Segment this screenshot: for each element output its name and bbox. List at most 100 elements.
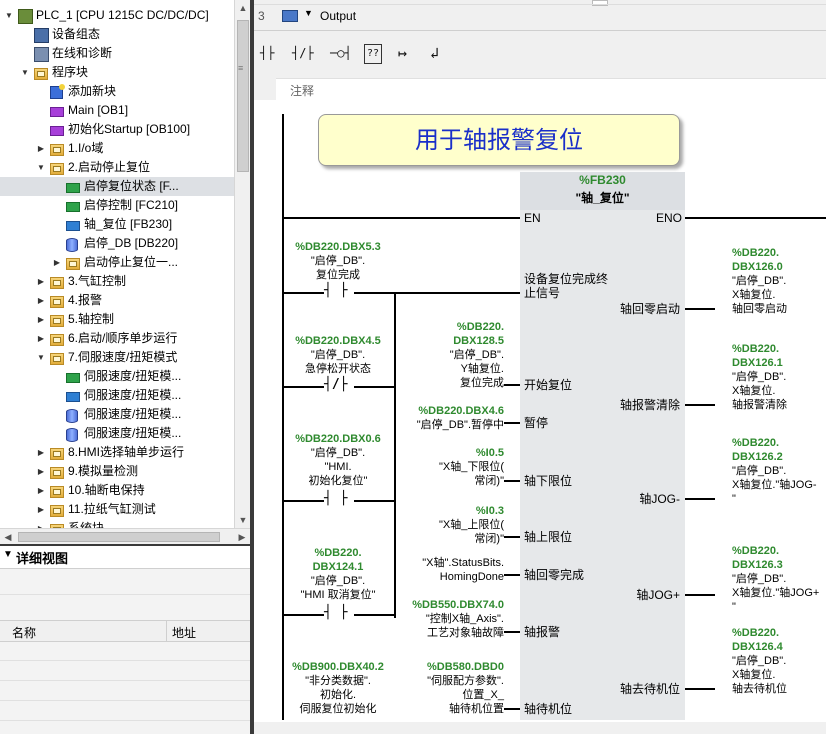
tree-item[interactable]: 启停_DB [DB220] xyxy=(0,234,234,253)
chevron-right-icon[interactable]: ▶ xyxy=(36,519,46,528)
output-operand[interactable]: %DB220. DBX126.3 "启停_DB". X轴复位."轴JOG+ " xyxy=(732,544,826,614)
pin-label-line: 止信号 xyxy=(524,286,561,300)
chevron-right-icon[interactable]: ▶ xyxy=(36,272,46,291)
tree-item[interactable]: 启停控制 [FC210] xyxy=(0,196,234,215)
scroll-right-icon[interactable]: ▶ xyxy=(234,529,250,545)
operand-line: 初始化. xyxy=(319,689,357,701)
tree-item[interactable]: ▼ 程序块 xyxy=(0,63,234,82)
tree-item[interactable]: ▶ 9.模拟量检测 xyxy=(0,462,234,481)
input-operand[interactable]: %DB220.DBX4.6 "启停_DB".暂停中 xyxy=(404,404,504,432)
tree-item-label: PLC_1 [CPU 1215C DC/DC/DC] xyxy=(36,8,209,22)
scroll-thumb[interactable] xyxy=(18,532,220,542)
chevron-right-icon[interactable]: ▶ xyxy=(36,481,46,500)
tree-item[interactable]: 启停复位状态 [F... xyxy=(0,177,234,196)
network-comment-field[interactable]: 注释 xyxy=(276,78,826,102)
contact-operand[interactable]: %DB900.DBX40.2 "非分类数据". 初始化. 伺服复位初始化 xyxy=(282,660,394,716)
contact-operand[interactable]: %DB220.DBX4.5 "启停_DB". 急停松开状态 xyxy=(282,334,394,376)
chevron-right-icon[interactable]: ▶ xyxy=(36,500,46,519)
tree-item[interactable]: ▶ 5.轴控制 xyxy=(0,310,234,329)
chevron-right-icon[interactable]: ▶ xyxy=(52,253,62,272)
en-wire xyxy=(284,217,520,219)
tree-item[interactable]: ▶ 3.气缸控制 xyxy=(0,272,234,291)
chevron-right-icon[interactable]: ▶ xyxy=(36,462,46,481)
output-operand[interactable]: %DB220. DBX126.2 "启停_DB". X轴复位."轴JOG- " xyxy=(732,436,826,506)
tree-item[interactable]: 伺服速度/扭矩模... xyxy=(0,367,234,386)
tree-item[interactable]: ▶ 4.报警 xyxy=(0,291,234,310)
tree-item[interactable]: ▼ PLC_1 [CPU 1215C DC/DC/DC] xyxy=(0,6,234,25)
operand-line: DBX126.3 xyxy=(732,559,783,571)
operand-line: "启停_DB". xyxy=(732,573,787,585)
chevron-down-icon[interactable]: ▼ xyxy=(36,158,46,177)
chevron-down-icon[interactable]: ▼ xyxy=(3,549,13,560)
contact-wire xyxy=(354,614,394,616)
contact-operand[interactable]: %DB220.DBX0.6 "启停_DB". "HMI. 初始化复位" xyxy=(282,432,394,488)
normally-open-contact-button[interactable]: ┤├ xyxy=(260,44,274,62)
operand-line: "启停_DB". xyxy=(732,275,787,287)
operand-line: 位置_X_ xyxy=(462,689,504,701)
chevron-right-icon[interactable]: ▶ xyxy=(36,329,46,348)
column-name[interactable]: 名称 xyxy=(12,624,36,641)
tree-item[interactable]: ▶ 启动停止复位一... xyxy=(0,253,234,272)
input-operand[interactable]: %DB580.DBD0 "伺服配方参数". 位置_X_ 轴待机位置 xyxy=(404,660,504,716)
tree-item[interactable]: ▶ 6.启动/顺序单步运行 xyxy=(0,329,234,348)
tree-item[interactable]: 轴_复位 [FB230] xyxy=(0,215,234,234)
normally-closed-contact-button[interactable]: ┤/├ xyxy=(292,44,314,62)
tree-item[interactable]: 初始化Startup [OB100] xyxy=(0,120,234,139)
open-branch-button[interactable]: ↦ xyxy=(398,44,407,62)
chevron-right-icon[interactable]: ▶ xyxy=(36,443,46,462)
chevron-down-icon[interactable]: ▼ xyxy=(36,348,46,367)
tree-item[interactable]: ▶ 8.HMI选择轴单步运行 xyxy=(0,443,234,462)
project-tree-vertical-scrollbar[interactable]: ▲ ≡ ▼ xyxy=(234,0,251,528)
input-operand[interactable]: %I0.5 "X轴_下限位(常闭)" xyxy=(404,446,504,488)
tree-item[interactable]: ▶ 10.轴断电保持 xyxy=(0,481,234,500)
column-address[interactable]: 地址 xyxy=(172,624,196,641)
scroll-down-icon[interactable]: ▼ xyxy=(235,512,251,528)
input-operand[interactable]: "X轴".StatusBits. HomingDone xyxy=(404,556,504,584)
output-operand[interactable]: %DB220. DBX126.0 "启停_DB". X轴复位. 轴回零启动 xyxy=(732,246,826,316)
tree-item[interactable]: ▼ 2.启动停止复位 xyxy=(0,158,234,177)
coil-button[interactable]: ─○┤ xyxy=(330,44,352,62)
tree-item[interactable]: ▶ 11.拉纸气缸测试 xyxy=(0,500,234,519)
scroll-thumb[interactable] xyxy=(237,20,249,172)
chevron-right-icon[interactable]: ▶ xyxy=(36,310,46,329)
tree-item[interactable]: 添加新块 xyxy=(0,82,234,101)
normally-open-contact-icon[interactable]: ┤ ├ xyxy=(324,605,347,620)
scroll-left-icon[interactable]: ◀ xyxy=(0,529,16,545)
contact-operand[interactable]: %DB220. DBX124.1 "启停_DB". "HMI 取消复位" xyxy=(282,546,394,602)
input-operand[interactable]: %I0.3 "X轴_上限位(常闭)" xyxy=(404,504,504,546)
normally-open-contact-icon[interactable]: ┤ ├ xyxy=(324,491,347,506)
chevron-down-icon[interactable]: ▼ xyxy=(20,63,30,82)
tree-item[interactable]: ▶ 1.I/o域 xyxy=(0,139,234,158)
operand-line: "启停_DB".暂停中 xyxy=(416,419,504,431)
detail-view-title: 详细视图 xyxy=(16,551,69,566)
chevron-down-icon[interactable]: ▼ xyxy=(304,8,313,18)
chevron-right-icon[interactable]: ▶ xyxy=(36,139,46,158)
db-block-icon xyxy=(66,238,78,252)
chevron-right-icon[interactable]: ▶ xyxy=(36,291,46,310)
input-operand[interactable]: %DB550.DBX74.0 "控制X轴_Axis". 工艺对象轴故障 xyxy=(404,598,504,640)
normally-open-contact-icon[interactable]: ┤ ├ xyxy=(324,283,347,298)
output-operand[interactable]: %DB220. DBX126.4 "启停_DB". X轴复位. 轴去待机位 xyxy=(732,626,826,696)
tree-item[interactable]: 伺服速度/扭矩模... xyxy=(0,386,234,405)
project-tree-horizontal-scrollbar[interactable]: ◀ ▶ xyxy=(0,528,250,545)
tree-item[interactable]: 伺服速度/扭矩模... xyxy=(0,424,234,443)
scroll-up-icon[interactable]: ▲ xyxy=(235,0,251,16)
contact-operand[interactable]: %DB220.DBX5.3 "启停_DB". 复位完成 xyxy=(282,240,394,282)
normally-closed-contact-icon[interactable]: ┤/├ xyxy=(324,377,347,392)
network-title-comment[interactable]: 用于轴报警复位 xyxy=(318,114,680,166)
tree-item[interactable]: 伺服速度/扭矩模... xyxy=(0,405,234,424)
tree-item[interactable]: ▶ 系统块 xyxy=(0,519,234,528)
tree-item[interactable]: 设备组态 xyxy=(0,25,234,44)
editor-horizontal-scrollbar[interactable] xyxy=(254,722,826,734)
close-branch-button[interactable]: ↲ xyxy=(430,44,439,62)
empty-box-button[interactable]: ?? xyxy=(364,44,383,64)
tree-item-label: 10.轴断电保持 xyxy=(68,483,145,497)
output-operand[interactable]: %DB220. DBX126.1 "启停_DB". X轴复位. 轴报警清除 xyxy=(732,342,826,412)
detail-view-header[interactable]: ▼ 详细视图 xyxy=(0,544,250,569)
tree-item[interactable]: Main [OB1] xyxy=(0,101,234,120)
tree-item[interactable]: 在线和诊断 xyxy=(0,44,234,63)
tree-item[interactable]: ▼ 7.伺服速度/扭矩模式 xyxy=(0,348,234,367)
chevron-down-icon[interactable]: ▼ xyxy=(4,6,14,25)
ob-block-icon xyxy=(50,107,64,117)
input-operand[interactable]: %DB220. DBX128.5 "启停_DB". Y轴复位. 复位完成 xyxy=(404,320,504,390)
